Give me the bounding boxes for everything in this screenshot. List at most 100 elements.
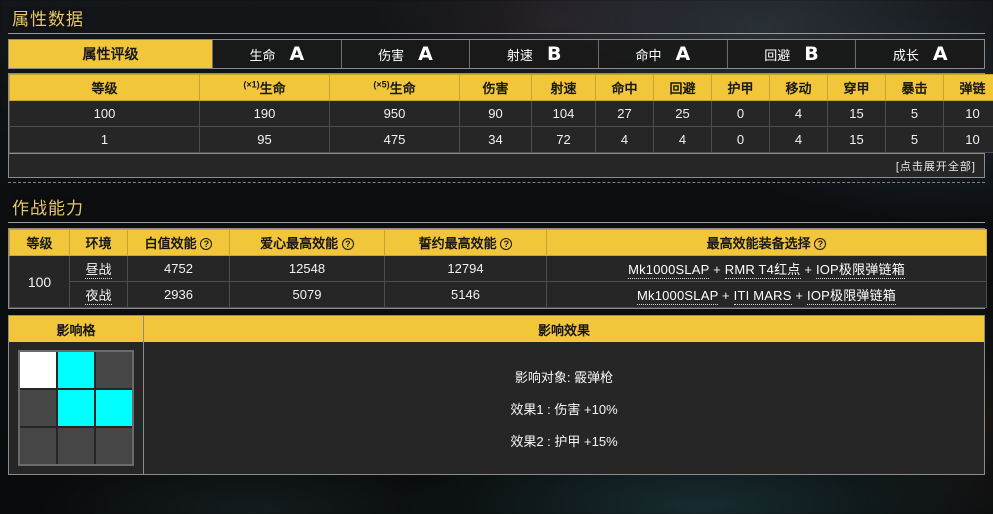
rating-label-hp: 生命 — [249, 47, 276, 63]
rating-label-accuracy: 命中 — [635, 47, 662, 63]
stats-cell: 25 — [653, 100, 712, 127]
hp-x5-label: 生命 — [389, 81, 416, 96]
help-icon[interactable]: ? — [341, 238, 354, 250]
stats-col-level: 等级 — [9, 74, 200, 101]
stats-cell: 4 — [769, 126, 828, 153]
help-icon[interactable]: ? — [200, 238, 213, 250]
influence-grid-header: 影响格 — [9, 316, 144, 342]
stats-col-hp-x1: (×1)生命 — [199, 74, 330, 101]
rating-label-growth: 成长 — [892, 47, 919, 63]
grid-cell-1-1 — [58, 390, 94, 426]
gear-item-link[interactable]: RMR T4红点 — [724, 262, 801, 279]
combat-col-base-effect: 白值效能 ? — [127, 229, 230, 256]
rating-grade-growth: A — [932, 42, 948, 65]
stats-cell: 475 — [329, 126, 460, 153]
rating-tab-label: 属性评级 — [82, 46, 139, 62]
rating-tab-attribute-rating[interactable]: 属性评级 — [9, 40, 213, 68]
influence-grid-container — [9, 342, 144, 474]
stats-cell: 4 — [595, 126, 654, 153]
best-gear-label: 最高效能装备选择 — [706, 236, 811, 251]
combat-love-max-day: 12548 — [229, 255, 385, 282]
expand-all-row[interactable]: [点击展开全部] — [8, 154, 985, 178]
combat-base-effect-night: 2936 — [127, 281, 230, 308]
stats-col-move: 移动 — [769, 74, 828, 101]
stats-header-row: 等级 (×1)生命 (×5)生命 伤害 射速 命中 回避 护甲 移动 穿甲 暴击… — [9, 74, 993, 101]
stats-cell: 100 — [9, 100, 200, 127]
grid-cell-0-2 — [96, 352, 132, 388]
stats-cell: 15 — [827, 100, 886, 127]
grid-cell-2-1 — [58, 428, 94, 464]
rating-cell-damage: 伤害 A — [341, 40, 471, 68]
combat-header-row: 等级 环境 白值效能 ? 爱心最高效能 ? 誓约最高效能 ? 最高效能装备选择 … — [9, 229, 987, 256]
stats-cell: 4 — [653, 126, 712, 153]
stats-col-clipsize: 弹链 — [943, 74, 993, 101]
combat-col-level: 等级 — [9, 229, 70, 256]
stats-col-hp-x5: (×5)生命 — [329, 74, 460, 101]
gear-separator: + — [804, 262, 813, 277]
rating-cell-evasion: 回避 B — [727, 40, 857, 68]
rating-cell-accuracy: 命中 A — [599, 40, 728, 68]
help-icon[interactable]: ? — [814, 238, 827, 250]
rating-label-evasion: 回避 — [764, 47, 791, 63]
combat-environment-day[interactable]: 昼战 — [69, 255, 128, 282]
gear-item-link[interactable]: ITI MARS — [733, 288, 792, 305]
effect-line-1: 效果1 : 伤害 +10% — [510, 401, 618, 417]
combat-level-cell: 100 — [9, 255, 70, 308]
stats-col-crit: 暴击 — [885, 74, 944, 101]
combat-table-wrapper: 等级 环境 白值效能 ? 爱心最高效能 ? 誓约最高效能 ? 最高效能装备选择 … — [8, 228, 987, 309]
rating-grade-rof: B — [546, 42, 562, 65]
gear-item-link[interactable]: IOP极限弹链箱 — [807, 288, 897, 305]
rating-label-damage: 伤害 — [378, 47, 405, 63]
stats-col-damage: 伤害 — [459, 74, 532, 101]
combat-environment-night[interactable]: 夜战 — [69, 281, 128, 308]
stats-cell: 34 — [459, 126, 532, 153]
attributes-section-title: 属性数据 — [12, 10, 84, 29]
stats-col-accuracy: 命中 — [595, 74, 654, 101]
stats-col-ap: 穿甲 — [827, 74, 886, 101]
gear-item-link[interactable]: IOP极限弹链箱 — [815, 262, 905, 279]
attributes-title-rule — [8, 33, 985, 34]
base-effect-label: 白值效能 — [144, 236, 197, 251]
table-row: 夜战 2936 5079 5146 Mk1000SLAP + ITI MARS … — [10, 281, 987, 308]
stats-col-rof: 射速 — [531, 74, 596, 101]
stats-cell: 95 — [199, 126, 330, 153]
combat-col-love-max: 爱心最高效能 ? — [229, 229, 385, 256]
gear-item-link[interactable]: Mk1000SLAP — [636, 288, 719, 305]
stats-cell: 0 — [711, 100, 770, 127]
stats-cell: 72 — [531, 126, 596, 153]
gear-item-link[interactable]: Mk1000SLAP — [628, 262, 710, 279]
effect-target-line: 影响对象: 霰弹枪 — [514, 369, 614, 385]
stats-cell: 0 — [711, 126, 770, 153]
stats-cell: 15 — [827, 126, 886, 153]
combat-title-rule — [8, 222, 985, 223]
attribute-rating-bar: 属性评级 生命 A 伤害 A 射速 B 命中 A 回避 B 成长 A — [8, 39, 985, 69]
stats-cell: 10 — [943, 100, 993, 127]
hp-x1-multiplier: (×1) — [243, 79, 260, 90]
influence-body: 影响对象: 霰弹枪 效果1 : 伤害 +10% 效果2 : 护甲 +15% — [9, 342, 984, 474]
stats-cell: 950 — [329, 100, 460, 127]
rating-cell-hp: 生命 A — [213, 40, 342, 68]
table-row: 1 95 475 34 72 4 4 0 4 15 5 10 — [9, 126, 993, 153]
grid-cell-0-0 — [20, 352, 56, 388]
grid-cell-2-0 — [20, 428, 56, 464]
rating-label-rof: 射速 — [506, 47, 533, 63]
dashed-divider — [8, 182, 985, 183]
effect-line-2: 效果2 : 护甲 +15% — [510, 433, 618, 449]
grid-cell-2-2 — [96, 428, 132, 464]
combat-table: 等级 环境 白值效能 ? 爱心最高效能 ? 誓约最高效能 ? 最高效能装备选择 … — [9, 229, 987, 308]
help-icon[interactable]: ? — [500, 238, 513, 250]
combat-section-title: 作战能力 — [12, 199, 84, 218]
expand-all-label[interactable]: [点击展开全部] — [896, 158, 976, 174]
influence-section: 影响格 影响效果 影响对象: 霰弹枪 效果1 : 伤害 +10% 效果2: 护… — [8, 315, 985, 475]
stats-col-armor: 护甲 — [711, 74, 770, 101]
rating-cell-growth: 成长 A — [856, 40, 985, 68]
hp-x5-multiplier: (×5) — [373, 79, 390, 90]
stats-cell: 5 — [885, 100, 944, 127]
stats-cell: 5 — [885, 126, 944, 153]
stats-cell: 190 — [199, 100, 330, 127]
stats-cell: 1 — [9, 126, 200, 153]
stats-cell: 104 — [531, 100, 596, 127]
influence-effect-list: 影响对象: 霰弹枪 效果1 : 伤害 +10% 效果2 : 护甲 +15% — [144, 342, 984, 474]
combat-base-effect-day: 4752 — [127, 255, 230, 282]
rating-grade-hp: A — [289, 42, 305, 65]
